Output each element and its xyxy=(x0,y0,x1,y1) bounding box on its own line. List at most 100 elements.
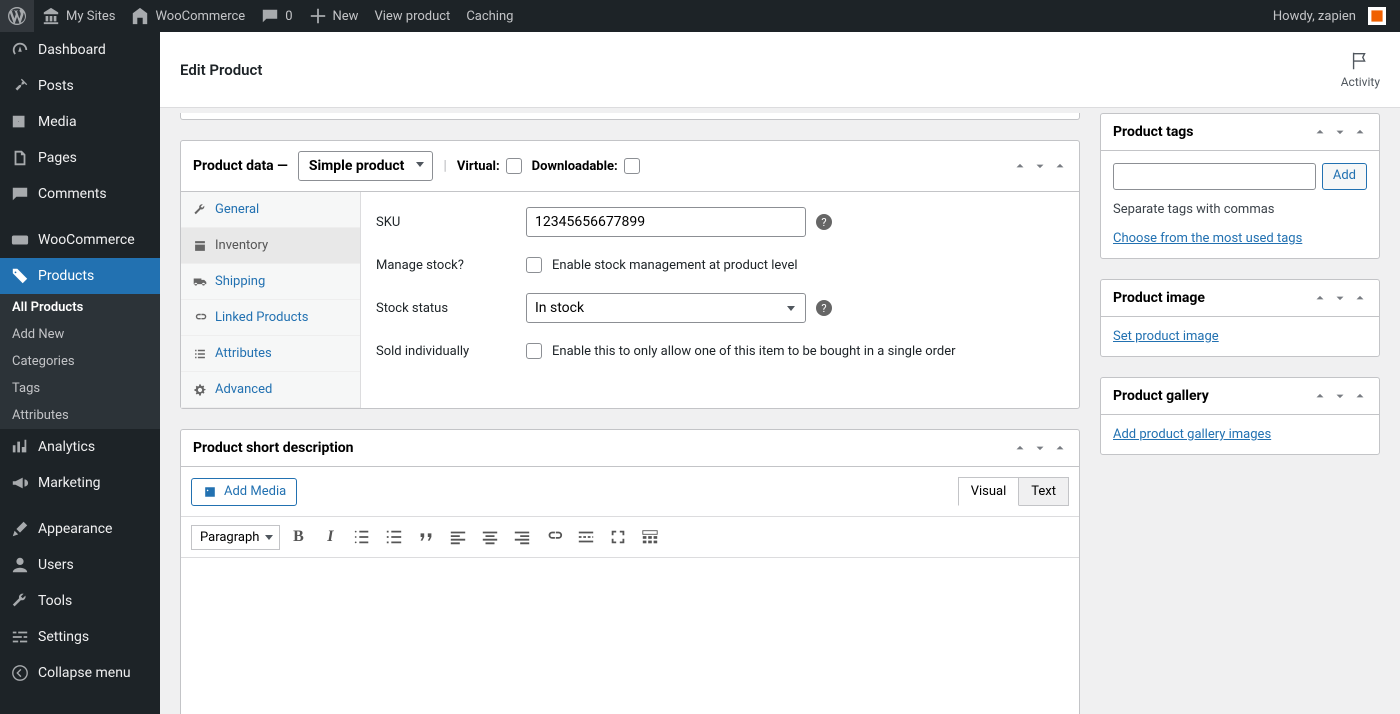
tab-advanced[interactable]: Advanced xyxy=(181,372,360,408)
tab-shipping[interactable]: Shipping xyxy=(181,264,360,300)
products-icon xyxy=(11,267,29,285)
toggle-icon[interactable] xyxy=(1053,159,1067,173)
quote-button[interactable] xyxy=(412,523,440,551)
site-name-link[interactable]: WooCommerce xyxy=(123,0,253,32)
move-up-icon[interactable] xyxy=(1313,125,1327,139)
add-tag-button[interactable]: Add xyxy=(1322,163,1367,190)
menu-tools[interactable]: Tools xyxy=(0,583,160,619)
page-title: Edit Product xyxy=(180,61,262,79)
short-description-box: Product short description Add Media Visu… xyxy=(180,429,1080,714)
move-up-icon[interactable] xyxy=(1013,441,1027,455)
tab-linked[interactable]: Linked Products xyxy=(181,300,360,336)
submenu-tags[interactable]: Tags xyxy=(0,375,160,402)
sku-input[interactable] xyxy=(526,207,806,237)
number-list-button[interactable] xyxy=(380,523,408,551)
menu-posts[interactable]: Posts xyxy=(0,68,160,104)
fullscreen-button[interactable] xyxy=(604,523,632,551)
visual-tab[interactable]: Visual xyxy=(958,477,1020,506)
megaphone-icon xyxy=(11,474,29,492)
comments-link[interactable]: 0 xyxy=(253,0,300,32)
help-icon[interactable]: ? xyxy=(816,300,832,316)
add-gallery-images-link[interactable]: Add product gallery images xyxy=(1113,427,1367,442)
editor-body[interactable] xyxy=(181,558,1079,714)
choose-tags-link[interactable]: Choose from the most used tags xyxy=(1113,231,1367,246)
move-down-icon[interactable] xyxy=(1333,125,1347,139)
move-up-icon[interactable] xyxy=(1313,291,1327,305)
move-down-icon[interactable] xyxy=(1333,389,1347,403)
insert-more-button[interactable] xyxy=(572,523,600,551)
link-button[interactable] xyxy=(540,523,568,551)
move-down-icon[interactable] xyxy=(1033,441,1047,455)
move-down-icon[interactable] xyxy=(1333,291,1347,305)
move-up-icon[interactable] xyxy=(1013,159,1027,173)
short-desc-title: Product short description xyxy=(193,440,354,456)
menu-settings[interactable]: Settings xyxy=(0,619,160,655)
comment-icon xyxy=(11,185,29,203)
new-link[interactable]: New xyxy=(301,0,367,32)
format-select[interactable]: Paragraph xyxy=(191,525,280,550)
toggle-icon[interactable] xyxy=(1053,441,1067,455)
align-right-button[interactable] xyxy=(508,523,536,551)
product-tags-title: Product tags xyxy=(1113,124,1194,140)
submenu-categories[interactable]: Categories xyxy=(0,348,160,375)
downloadable-checkbox[interactable] xyxy=(624,158,640,174)
dashboard-icon xyxy=(11,41,29,59)
gear-icon xyxy=(193,383,207,397)
account-link[interactable]: Howdy, zapien xyxy=(1265,0,1394,32)
submenu-add-new[interactable]: Add New xyxy=(0,321,160,348)
toggle-icon[interactable] xyxy=(1353,389,1367,403)
tags-input[interactable] xyxy=(1113,163,1316,190)
product-type-select[interactable]: Simple product xyxy=(298,151,434,181)
toolbar-toggle-button[interactable] xyxy=(636,523,664,551)
tab-attributes-label: Attributes xyxy=(215,346,272,361)
submenu-attributes[interactable]: Attributes xyxy=(0,402,160,429)
wrench-icon xyxy=(11,592,29,610)
menu-appearance[interactable]: Appearance xyxy=(0,511,160,547)
stock-status-value: In stock xyxy=(535,300,584,316)
menu-users[interactable]: Users xyxy=(0,547,160,583)
product-data-title: Product data — xyxy=(193,158,288,174)
bullet-list-button[interactable] xyxy=(348,523,376,551)
move-down-icon[interactable] xyxy=(1033,159,1047,173)
menu-media[interactable]: Media xyxy=(0,104,160,140)
move-up-icon[interactable] xyxy=(1313,389,1327,403)
view-product-link[interactable]: View product xyxy=(366,0,458,32)
menu-dashboard[interactable]: Dashboard xyxy=(0,32,160,68)
add-media-button[interactable]: Add Media xyxy=(191,478,297,506)
my-sites-link[interactable]: My Sites xyxy=(34,0,123,32)
inventory-icon xyxy=(193,239,207,253)
bold-button[interactable]: B xyxy=(284,523,312,551)
toggle-icon[interactable] xyxy=(1353,125,1367,139)
menu-comments[interactable]: Comments xyxy=(0,176,160,212)
wp-logo[interactable] xyxy=(0,0,34,32)
menu-woocommerce[interactable]: WooCommerce xyxy=(0,222,160,258)
menu-pages[interactable]: Pages xyxy=(0,140,160,176)
menu-analytics-label: Analytics xyxy=(38,439,95,455)
text-tab[interactable]: Text xyxy=(1019,477,1069,506)
help-icon[interactable]: ? xyxy=(816,214,832,230)
menu-products[interactable]: Products xyxy=(0,258,160,294)
avatar xyxy=(1368,7,1386,25)
activity-button[interactable]: Activity xyxy=(1341,50,1380,89)
tags-hint: Separate tags with commas xyxy=(1113,202,1367,217)
menu-analytics[interactable]: Analytics xyxy=(0,429,160,465)
align-left-button[interactable] xyxy=(444,523,472,551)
tab-general[interactable]: General xyxy=(181,192,360,228)
sold-individually-checkbox[interactable] xyxy=(526,343,542,359)
tab-attributes[interactable]: Attributes xyxy=(181,336,360,372)
align-center-button[interactable] xyxy=(476,523,504,551)
caching-link[interactable]: Caching xyxy=(458,0,521,32)
flag-icon xyxy=(1349,50,1371,72)
set-product-image-link[interactable]: Set product image xyxy=(1113,329,1367,344)
virtual-checkbox[interactable] xyxy=(506,158,522,174)
menu-marketing[interactable]: Marketing xyxy=(0,465,160,501)
manage-stock-checkbox[interactable] xyxy=(526,257,542,273)
submenu-all-products[interactable]: All Products xyxy=(0,294,160,321)
italic-button[interactable]: I xyxy=(316,523,344,551)
tab-inventory[interactable]: Inventory xyxy=(181,228,360,264)
toggle-icon[interactable] xyxy=(1353,291,1367,305)
menu-collapse[interactable]: Collapse menu xyxy=(0,655,160,691)
downloadable-label: Downloadable: xyxy=(532,159,618,174)
comments-count: 0 xyxy=(285,9,292,24)
stock-status-select[interactable]: In stock xyxy=(526,293,806,323)
